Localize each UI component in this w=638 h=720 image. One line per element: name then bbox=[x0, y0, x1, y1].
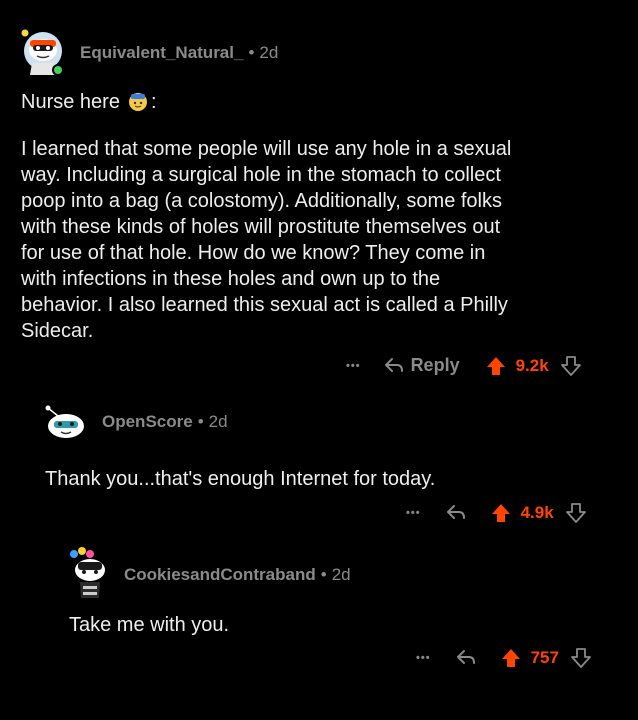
reply-arrow-icon bbox=[455, 648, 477, 668]
more-options-button[interactable]: ••• bbox=[406, 507, 421, 519]
comment-openscore: OpenScore • 2d Thank you...that's enough… bbox=[0, 390, 638, 540]
vote-score: 4.9k bbox=[520, 503, 554, 522]
body-line: I learned that some people will use any … bbox=[21, 138, 512, 160]
upvote-arrow-icon[interactable] bbox=[486, 356, 506, 376]
body-line: for use of that hole. How do we know? Th… bbox=[21, 242, 486, 264]
reply-button[interactable] bbox=[445, 503, 467, 523]
username[interactable]: Equivalent_Natural_ bbox=[80, 43, 243, 63]
downvote-arrow-icon[interactable] bbox=[560, 355, 581, 376]
reply-button[interactable] bbox=[455, 648, 477, 668]
separator-dot: • bbox=[248, 43, 255, 62]
timestamp: 2d bbox=[259, 43, 279, 62]
reply-arrow-icon bbox=[445, 503, 467, 523]
nurse-emoji-icon bbox=[127, 91, 149, 113]
intro-text: Nurse here bbox=[21, 91, 120, 113]
body-line: way. Including a surgical hole in the st… bbox=[21, 164, 501, 186]
snoo-avatar-icon[interactable] bbox=[66, 546, 110, 604]
comment-actions: ••• Reply 9.2k bbox=[346, 355, 581, 376]
comment-body: I learned that some people will use any … bbox=[21, 136, 511, 344]
comment-body: Take me with you. bbox=[69, 614, 230, 636]
comment-header: Equivalent_Natural_ • 2d bbox=[18, 28, 278, 78]
body-line: poop into a bag (a colostomy). Additiona… bbox=[21, 190, 502, 212]
body-line: with infections in these holes and own u… bbox=[21, 268, 441, 290]
reply-button[interactable]: Reply bbox=[383, 355, 460, 376]
comment-intro: Nurse here : bbox=[21, 89, 157, 115]
comment-equivalent-natural: Equivalent_Natural_ • 2d Nurse here : I … bbox=[0, 0, 638, 390]
upvote-arrow-icon[interactable] bbox=[501, 648, 521, 668]
comment-header: OpenScore • 2d bbox=[40, 402, 228, 442]
username[interactable]: CookiesandContraband bbox=[124, 565, 316, 585]
downvote-arrow-icon[interactable] bbox=[571, 648, 591, 668]
snoo-avatar-icon[interactable] bbox=[40, 402, 88, 442]
more-options-button[interactable]: ••• bbox=[346, 360, 361, 372]
timestamp: 2d bbox=[331, 565, 351, 584]
body-line: behavior. I also learned this sexual act… bbox=[21, 294, 508, 316]
comment-body: Thank you...that's enough Internet for t… bbox=[45, 468, 436, 490]
vote-score: 9.2k bbox=[515, 355, 549, 375]
intro-suffix: : bbox=[150, 91, 157, 113]
comment-actions: ••• 4.9k bbox=[406, 503, 586, 523]
comment-actions: ••• 757 bbox=[416, 648, 591, 668]
upvote-arrow-icon[interactable] bbox=[491, 503, 511, 523]
body-line: Sidecar. bbox=[21, 320, 94, 342]
comment-header: CookiesandContraband • 2d bbox=[66, 546, 351, 604]
body-line: with these kinds of holes will prostitut… bbox=[21, 216, 501, 238]
snoo-avatar-icon[interactable] bbox=[18, 28, 68, 78]
timestamp: 2d bbox=[208, 412, 228, 431]
more-options-button[interactable]: ••• bbox=[416, 652, 431, 664]
reply-arrow-icon bbox=[383, 356, 405, 376]
reply-label: Reply bbox=[410, 355, 460, 375]
username[interactable]: OpenScore bbox=[102, 412, 193, 432]
vote-score: 757 bbox=[530, 648, 559, 667]
downvote-arrow-icon[interactable] bbox=[565, 503, 586, 523]
separator-dot: • bbox=[320, 565, 327, 584]
separator-dot: • bbox=[197, 412, 204, 431]
comment-cookiesandcontraband: CookiesandContraband • 2d Take me with y… bbox=[0, 540, 638, 720]
